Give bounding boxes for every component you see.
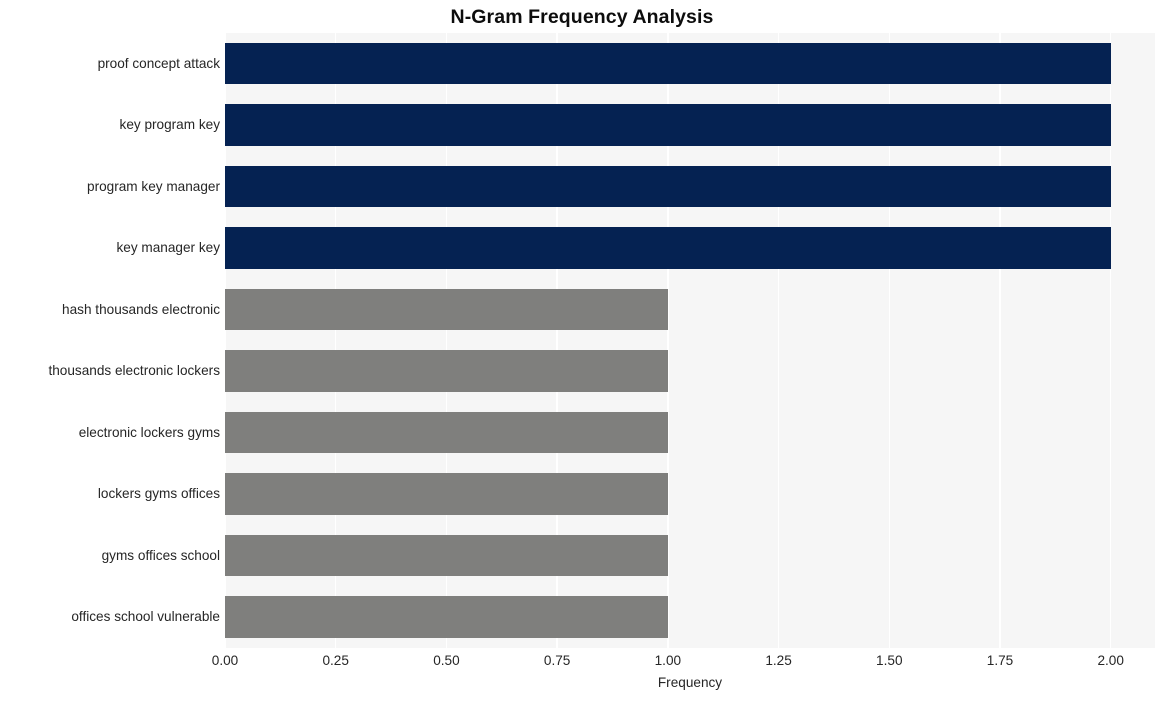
- x-axis-tick-label: 1.75: [986, 653, 1014, 668]
- bar[interactable]: [225, 350, 668, 392]
- bar[interactable]: [225, 411, 668, 454]
- bar[interactable]: [225, 288, 668, 331]
- y-axis-tick-label: program key manager: [87, 178, 220, 194]
- y-axis-tick-label: proof concept attack: [97, 55, 220, 71]
- y-axis-tick-label: lockers gyms offices: [97, 486, 220, 502]
- x-axis-tick-label: 1.00: [654, 653, 682, 668]
- x-axis-tick-label: 0.75: [543, 653, 571, 668]
- chart-title: N-Gram Frequency Analysis: [450, 6, 714, 28]
- bar-row[interactable]: [225, 534, 1155, 577]
- y-axis-tick-label: hash thousands electronic: [62, 301, 220, 317]
- bar-row[interactable]: [225, 411, 1155, 454]
- x-axis-tick-label: 0.25: [322, 653, 349, 668]
- bar-row[interactable]: [225, 288, 1155, 331]
- x-axis-title: Frequency: [657, 675, 723, 690]
- x-axis-tick-label: 2.00: [1097, 653, 1124, 668]
- y-axis-tick-label: thousands electronic lockers: [48, 363, 220, 379]
- bar-row[interactable]: [225, 42, 1155, 85]
- bar-row[interactable]: [225, 104, 1155, 146]
- bar-row[interactable]: [225, 596, 1155, 638]
- bar[interactable]: [225, 596, 668, 638]
- bar-row[interactable]: [225, 473, 1155, 515]
- x-axis-tick-labels: 0.00 0.25 0.50 0.75 1.00 1.25 1.50 1.75 2.00: [0, 654, 1164, 676]
- x-axis-tick-label: 1.50: [876, 653, 903, 668]
- x-axis-tick-label: 1.25: [765, 653, 792, 668]
- y-axis-tick-label: key manager key: [116, 240, 220, 256]
- y-axis-tick-label: electronic lockers gyms: [78, 424, 220, 440]
- bar[interactable]: [225, 165, 1111, 208]
- bar-row[interactable]: [225, 227, 1155, 269]
- y-axis-tick-label: offices school vulnerable: [71, 609, 220, 625]
- y-axis-tick-label: gyms offices school: [101, 547, 220, 563]
- plot-area: [225, 33, 1155, 648]
- bar[interactable]: [225, 534, 668, 577]
- y-axis-tick-labels: proof concept attack key program key progr…: [0, 33, 220, 648]
- x-axis-tick-label: 0.50: [433, 653, 460, 668]
- bar-row[interactable]: [225, 165, 1155, 208]
- bar-row[interactable]: [225, 350, 1155, 392]
- x-axis-tick-label: 0.00: [211, 653, 239, 668]
- bar[interactable]: [225, 42, 1111, 85]
- bar[interactable]: [225, 227, 1111, 269]
- chart-figure: N-Gram Frequency Analysis proof concept …: [0, 0, 1164, 701]
- y-axis-tick-label: key program key: [119, 117, 220, 133]
- bar[interactable]: [225, 473, 668, 515]
- bar[interactable]: [225, 104, 1111, 146]
